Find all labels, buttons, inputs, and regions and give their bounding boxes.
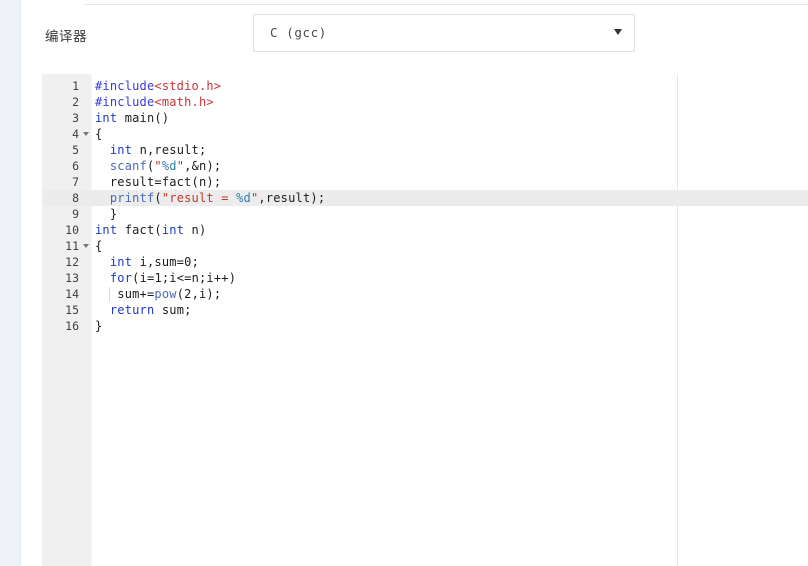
line-code[interactable]: return sum; (95, 302, 192, 318)
editor-line[interactable]: 1 #include<stdio.h> (43, 78, 808, 94)
line-code[interactable]: int fact(int n) (95, 222, 206, 238)
line-number: 15 (65, 303, 79, 317)
line-code[interactable]: sum+=pow(2,i); (95, 286, 221, 302)
code-editor[interactable]: 1 #include<stdio.h> 2 #include<math.h> 3… (42, 74, 808, 566)
editor-line[interactable]: 16 } (43, 318, 808, 334)
fold-triangle-icon[interactable] (83, 132, 89, 136)
line-code[interactable]: } (95, 318, 102, 334)
line-code[interactable]: for(i=1;i<=n;i++) (95, 270, 236, 286)
editor-line[interactable]: 5 int n,result; (43, 142, 808, 158)
line-number: 14 (65, 287, 79, 301)
top-divider (85, 4, 808, 5)
line-number: 5 (72, 143, 79, 157)
left-rail-strip (0, 0, 21, 566)
compiler-label: 编译器 (45, 29, 87, 44)
editor-line[interactable]: 10 int fact(int n) (43, 222, 808, 238)
line-number: 1 (72, 79, 79, 93)
line-number: 9 (72, 207, 79, 221)
line-number: 16 (65, 319, 79, 333)
line-number: 3 (72, 111, 79, 125)
editor-line[interactable]: 11 { (43, 238, 808, 254)
line-code[interactable]: { (95, 238, 102, 254)
editor-line[interactable]: 13 for(i=1;i<=n;i++) (43, 270, 808, 286)
line-number: 8 (72, 191, 79, 205)
editor-line[interactable]: 3 int main() (43, 110, 808, 126)
editor-line[interactable]: 12 int i,sum=0; (43, 254, 808, 270)
line-code[interactable]: scanf("%d",&n); (95, 158, 221, 174)
page-content: 编译器 C (gcc) 1 #include<stdio.h> 2 #inclu… (22, 0, 808, 566)
line-code[interactable]: int main() (95, 110, 169, 126)
editor-line[interactable]: 6 scanf("%d",&n); (43, 158, 808, 174)
editor-line-active[interactable]: 8 printf("result = %d",result); (43, 190, 808, 206)
line-code[interactable]: { (95, 126, 102, 142)
line-code[interactable]: int n,result; (95, 142, 206, 158)
line-number: 12 (65, 255, 79, 269)
line-number: 4 (72, 127, 79, 141)
line-code[interactable]: } (95, 206, 117, 222)
line-number: 10 (65, 223, 79, 237)
editor-line[interactable]: 2 #include<math.h> (43, 94, 808, 110)
line-code[interactable]: result=fact(n); (95, 174, 221, 190)
fold-triangle-icon[interactable] (83, 244, 89, 248)
line-number: 11 (65, 239, 79, 253)
line-number: 6 (72, 159, 79, 173)
line-code[interactable]: #include<math.h> (95, 94, 214, 110)
line-number: 13 (65, 271, 79, 285)
compiler-select[interactable]: C (gcc) (253, 14, 635, 52)
compiler-row: 编译器 C (gcc) (22, 14, 808, 59)
editor-line[interactable]: 7 result=fact(n); (43, 174, 808, 190)
editor-line[interactable]: 15 return sum; (43, 302, 808, 318)
line-number: 7 (72, 175, 79, 189)
editor-line[interactable]: 4 { (43, 126, 808, 142)
compiler-select-value: C (gcc) (270, 25, 327, 40)
line-code[interactable]: #include<stdio.h> (95, 78, 221, 94)
editor-line[interactable]: 14 sum+=pow(2,i); (43, 286, 808, 302)
chevron-down-icon (614, 29, 622, 35)
line-code[interactable]: int i,sum=0; (95, 254, 199, 270)
line-code[interactable]: printf("result = %d",result); (95, 190, 325, 206)
editor-line[interactable]: 9 } (43, 206, 808, 222)
line-number: 2 (72, 95, 79, 109)
